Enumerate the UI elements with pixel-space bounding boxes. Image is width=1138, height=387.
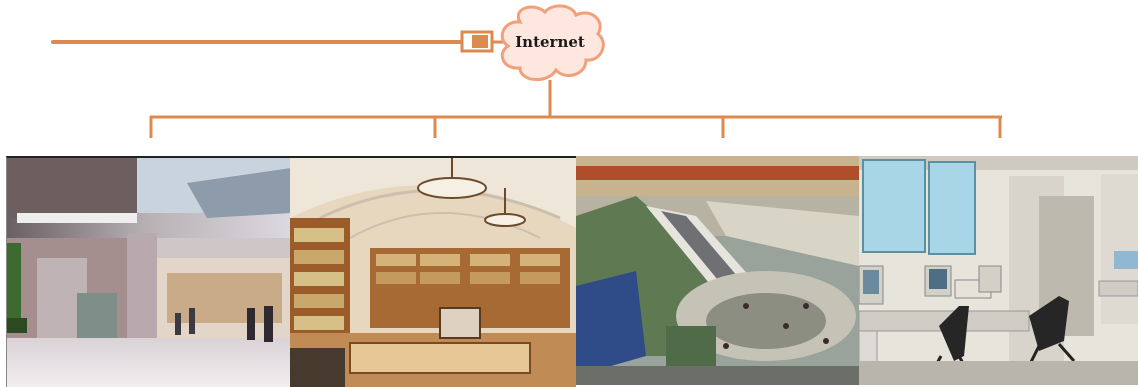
connector-icon [460,30,506,53]
internet-label: Internet [515,33,585,51]
shopping-mall-atrium-photo [576,156,859,385]
library-reading-room-photo [290,156,576,387]
computer-lab-photo [859,156,1138,385]
office-lobby-photo [6,156,291,387]
internet-cloud-icon: Internet [500,4,605,81]
